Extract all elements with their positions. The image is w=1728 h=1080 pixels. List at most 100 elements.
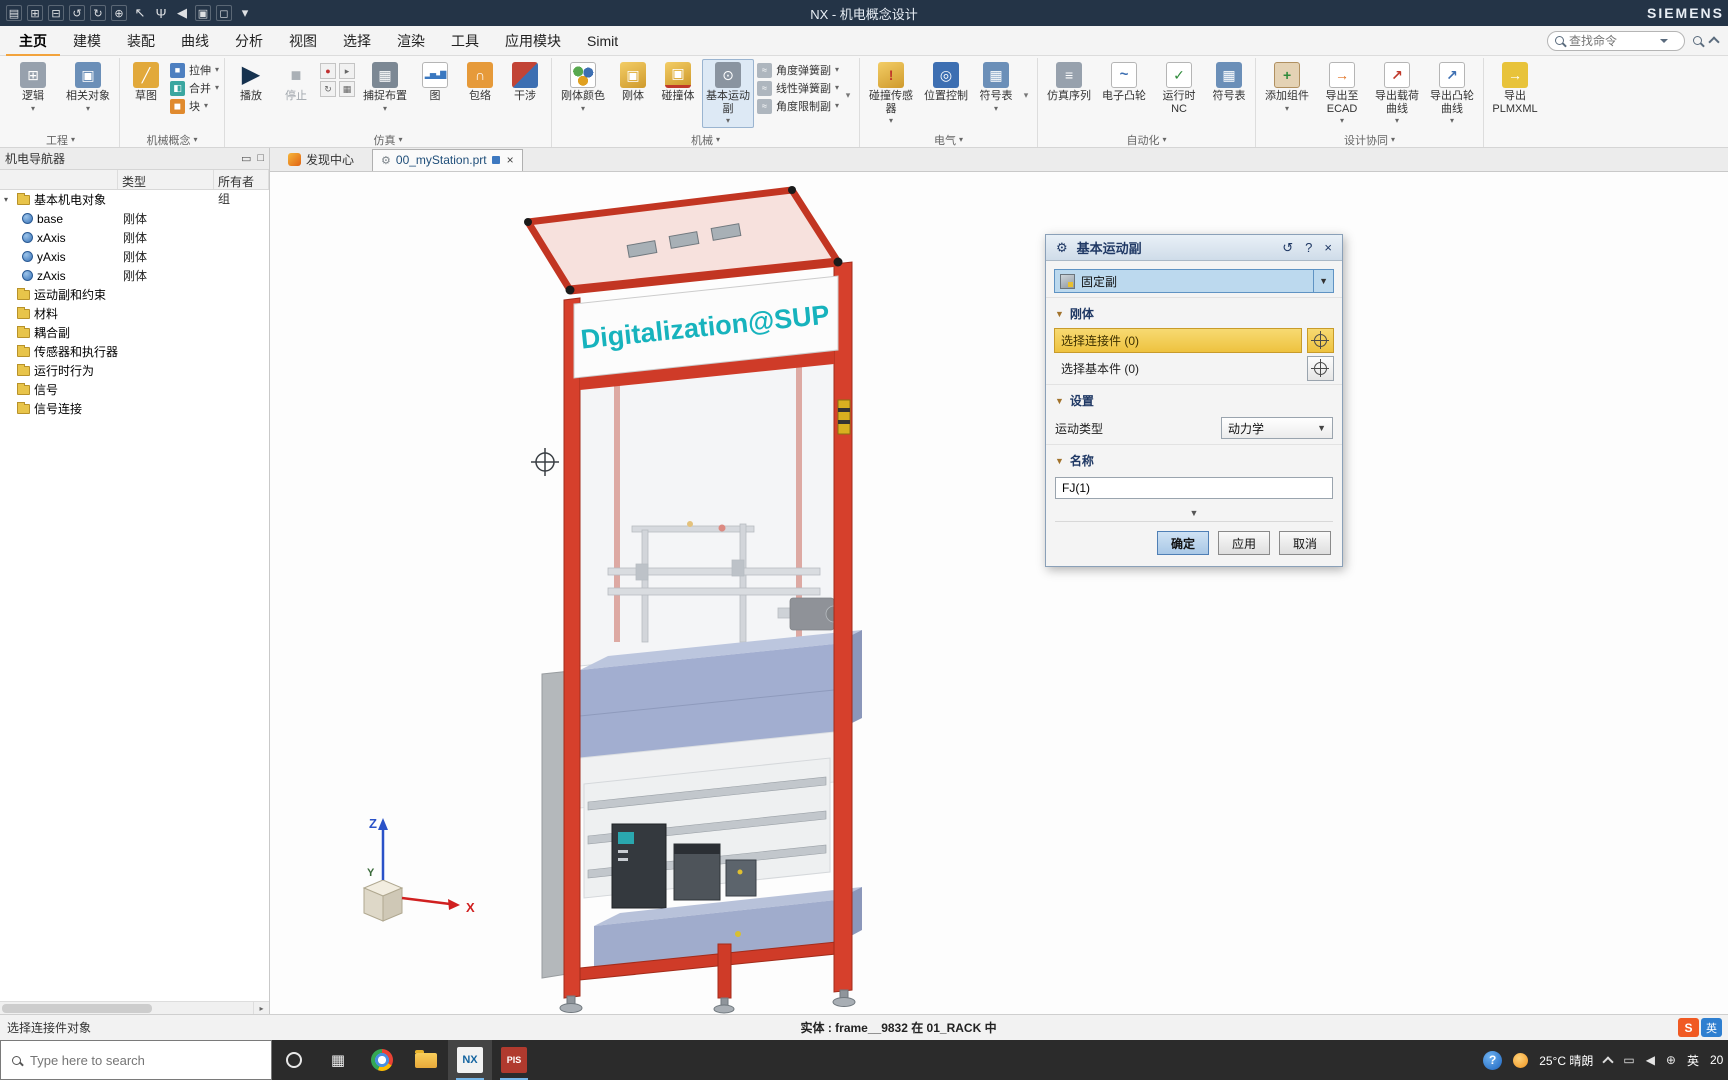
volume-icon[interactable]: ◀ bbox=[1646, 1053, 1655, 1067]
scrollbar-thumb[interactable] bbox=[2, 1004, 152, 1013]
speaker-icon[interactable]: ◀ bbox=[174, 5, 190, 21]
group-overflow-caret-icon[interactable]: ▾ bbox=[842, 90, 854, 101]
nx-taskbar-button[interactable]: NX bbox=[448, 1040, 492, 1080]
redo-icon[interactable]: ↻ bbox=[90, 5, 106, 21]
select-attachment-pick-button[interactable] bbox=[1307, 328, 1334, 353]
paste-icon[interactable]: ⊟ bbox=[48, 5, 64, 21]
help-bubble-icon[interactable]: ? bbox=[1483, 1050, 1503, 1070]
ime-mode-icon[interactable]: 英 bbox=[1701, 1018, 1722, 1037]
close-tab-icon[interactable]: × bbox=[505, 153, 514, 167]
record-icon[interactable]: ● bbox=[320, 63, 337, 79]
qat-customize-caret-icon[interactable]: ▾ bbox=[237, 5, 253, 21]
capture-arrangement-button[interactable]: ▦ 捕捉布置 ▾ bbox=[359, 59, 411, 116]
tree-row-runtime-behaviors[interactable]: 运行时行为 bbox=[0, 361, 269, 380]
tree-row-xaxis[interactable]: xAxis 刚体 bbox=[0, 228, 269, 247]
electronic-cam-button[interactable]: ~ 电子凸轮 bbox=[1098, 59, 1150, 106]
select-base-pick-button[interactable] bbox=[1307, 356, 1334, 381]
rigid-body-color-button[interactable]: 刚体颜色 ▾ bbox=[557, 59, 609, 116]
export-plmxml-button[interactable]: → 导出 PLMXML bbox=[1489, 59, 1541, 118]
basic-joint-button[interactable]: ⊙ 基本运动副 ▾ bbox=[702, 59, 755, 129]
section-settings[interactable]: ▼ 设置 bbox=[1046, 384, 1342, 412]
step-forward-icon[interactable]: ▸ bbox=[339, 63, 356, 79]
3d-viewport[interactable]: Digitalization@SUP Z X Y ⚙ 基本运动副 ↺ ? × 固… bbox=[270, 172, 1728, 1014]
window-switch-icon[interactable]: ◻ bbox=[216, 5, 232, 21]
stop-button[interactable]: ■ 停止 bbox=[275, 59, 317, 106]
tree-row-signals[interactable]: 信号 bbox=[0, 380, 269, 399]
layout-icon[interactable]: ▣ bbox=[195, 5, 211, 21]
repeat-command-icon[interactable]: ⊕ bbox=[111, 5, 127, 21]
reset-icon[interactable]: ↺ bbox=[1279, 240, 1296, 256]
export-load-curve-button[interactable]: ↗ 导出载荷曲线 ▾ bbox=[1371, 59, 1423, 128]
dialog-expander[interactable]: ▼ bbox=[1055, 504, 1333, 522]
angular-spring-joint-button[interactable]: ≈ 角度弹簧副 ▾ bbox=[757, 62, 839, 78]
runtime-nc-button[interactable]: ✓ 运行时 NC bbox=[1153, 59, 1205, 118]
taskbar-search-input[interactable] bbox=[30, 1052, 230, 1068]
envelope-button[interactable]: ∩ 包络 bbox=[459, 59, 501, 106]
scroll-right-button[interactable]: ▸ bbox=[253, 1001, 269, 1014]
language-indicator[interactable]: 英 bbox=[1687, 1052, 1699, 1069]
advanced-search-icon[interactable] bbox=[1693, 36, 1702, 45]
ok-button[interactable]: 确定 bbox=[1157, 531, 1209, 555]
weather-icon[interactable] bbox=[1513, 1052, 1529, 1068]
tab-application[interactable]: 应用模块 bbox=[492, 25, 574, 57]
tree-row-signal-connections[interactable]: 信号连接 bbox=[0, 399, 269, 418]
ime-logo-icon[interactable]: S bbox=[1678, 1018, 1699, 1037]
simulation-sequence-button[interactable]: ≡ 仿真序列 bbox=[1043, 59, 1095, 106]
snapshot-icon[interactable]: ▦ bbox=[339, 81, 356, 97]
dialog-help-icon[interactable]: ? bbox=[1302, 240, 1315, 255]
cortana-button[interactable] bbox=[272, 1040, 316, 1080]
logic-button[interactable]: ⊞ 逻辑 ▾ bbox=[7, 59, 59, 116]
tab-simit[interactable]: Simit bbox=[574, 27, 631, 55]
tab-tools[interactable]: 工具 bbox=[438, 25, 492, 57]
undock-panel-icon[interactable]: ▭ bbox=[241, 152, 251, 165]
related-objects-button[interactable]: ▣ 相关对象 ▾ bbox=[62, 59, 114, 116]
select-base-row[interactable]: 选择基本件 (0) bbox=[1054, 356, 1334, 381]
minimize-ribbon-icon[interactable] bbox=[1708, 36, 1720, 48]
tray-expand-icon[interactable] bbox=[1602, 1055, 1615, 1068]
tab-view[interactable]: 视图 bbox=[276, 25, 330, 57]
task-view-button[interactable]: ▦ bbox=[316, 1040, 360, 1080]
extrude-button[interactable]: ■ 拉伸 ▾ bbox=[170, 62, 219, 78]
interference-button[interactable]: 干涉 bbox=[504, 59, 546, 106]
tab-curve[interactable]: 曲线 bbox=[168, 25, 222, 57]
tree-row-sensors-actuators[interactable]: 传感器和执行器 bbox=[0, 342, 269, 361]
collision-body-button[interactable]: ▣ 碰撞体 bbox=[657, 59, 699, 106]
command-search-box[interactable] bbox=[1547, 30, 1685, 51]
close-panel-icon[interactable]: □ bbox=[257, 152, 264, 165]
export-cam-curve-button[interactable]: ↗ 导出凸轮曲线 ▾ bbox=[1426, 59, 1478, 128]
expander-icon[interactable]: ▾ bbox=[4, 195, 13, 204]
chart-button[interactable]: ▂▅▃▇ 图 bbox=[414, 59, 456, 106]
linear-spring-joint-button[interactable]: ≈ 线性弹簧副 ▾ bbox=[757, 80, 839, 96]
horizontal-scrollbar[interactable] bbox=[0, 1001, 253, 1014]
tab-home[interactable]: 主页 bbox=[6, 25, 60, 57]
unite-button[interactable]: ◧ 合并 ▾ bbox=[170, 80, 219, 96]
position-control-button[interactable]: ◎ 位置控制 bbox=[920, 59, 972, 106]
tab-assembly[interactable]: 装配 bbox=[114, 25, 168, 57]
rigid-body-button[interactable]: ▣ 刚体 bbox=[612, 59, 654, 106]
tab-modeling[interactable]: 建模 bbox=[60, 25, 114, 57]
symbol-table-automation-button[interactable]: ▦ 符号表 bbox=[1208, 59, 1250, 106]
browser-button[interactable] bbox=[360, 1040, 404, 1080]
joint-type-dropdown[interactable]: 固定副 ▼ bbox=[1054, 269, 1334, 293]
pis-taskbar-button[interactable]: PIS bbox=[492, 1040, 536, 1080]
tab-render[interactable]: 渲染 bbox=[384, 25, 438, 57]
motion-type-dropdown[interactable]: 动力学 ▼ bbox=[1221, 417, 1333, 439]
sketch-button[interactable]: ╱ 草图 bbox=[125, 59, 167, 106]
tab-analysis[interactable]: 分析 bbox=[222, 25, 276, 57]
tree-row-couplers[interactable]: 耦合副 bbox=[0, 323, 269, 342]
save-icon[interactable]: ▤ bbox=[6, 5, 22, 21]
apply-button[interactable]: 应用 bbox=[1218, 531, 1270, 555]
symbol-table-button[interactable]: ▦ 符号表 ▾ bbox=[975, 59, 1017, 116]
block-button[interactable]: ◼ 块 ▾ bbox=[170, 98, 219, 114]
part-tab-mystation[interactable]: ⚙ 00_myStation.prt × bbox=[372, 149, 523, 171]
undo-icon[interactable]: ↺ bbox=[69, 5, 85, 21]
tree-row-zaxis[interactable]: zAxis 刚体 bbox=[0, 266, 269, 285]
export-ecad-button[interactable]: → 导出至 ECAD ▾ bbox=[1316, 59, 1368, 128]
tab-select[interactable]: 选择 bbox=[330, 25, 384, 57]
weather-text[interactable]: 25°C 晴朗 bbox=[1539, 1052, 1593, 1069]
cursor-select-icon[interactable]: ↖ bbox=[132, 5, 148, 21]
dialog-close-icon[interactable]: × bbox=[1321, 240, 1335, 255]
dialog-title-bar[interactable]: ⚙ 基本运动副 ↺ ? × bbox=[1046, 235, 1342, 261]
discovery-center-tab[interactable]: 发现中心 bbox=[284, 148, 358, 171]
joint-name-input[interactable] bbox=[1055, 477, 1333, 499]
